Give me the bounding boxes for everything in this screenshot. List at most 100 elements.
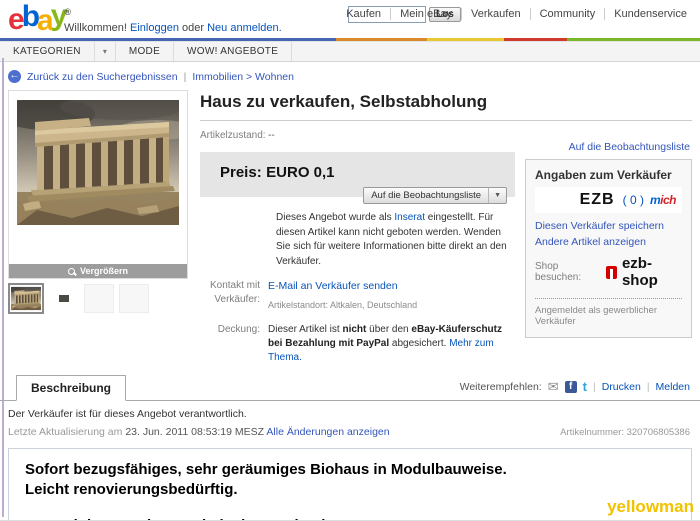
brand-color-stripe bbox=[0, 38, 700, 41]
thumbnail-placeholder[interactable] bbox=[119, 284, 149, 313]
listing-details-area: Haus zu verkaufen, Selbstabholung Artike… bbox=[200, 90, 692, 365]
logo-letter-b: b bbox=[21, 0, 40, 33]
chevron-down-icon[interactable]: ▼ bbox=[488, 188, 506, 203]
condition-row: Artikelzustand: -- bbox=[200, 129, 515, 143]
email-seller-link[interactable]: E-Mail an Verkäufer senden bbox=[268, 280, 398, 292]
dotted-divider bbox=[535, 298, 682, 299]
seller-name[interactable]: EZB bbox=[580, 191, 615, 208]
logo-letter-y: y bbox=[50, 0, 68, 32]
window-left-border bbox=[2, 58, 4, 517]
broken-image-icon bbox=[59, 295, 69, 302]
item-number: Artikelnummer: 320706805386 bbox=[560, 427, 690, 438]
share-separator: | bbox=[592, 380, 596, 393]
welcome-text: Willkommen! bbox=[64, 22, 127, 34]
facebook-icon[interactable]: f bbox=[564, 380, 577, 393]
shop-label: Shop besuchen: bbox=[535, 261, 582, 283]
contact-row: Kontakt mit Verkäufer: E-Mail an Verkäuf… bbox=[200, 279, 515, 312]
registered-note: Angemeldet als gewerblicher Verkäufer bbox=[535, 305, 657, 327]
detail-column: Artikelzustand: -- Preis: EURO 0,1 Auf d… bbox=[200, 121, 515, 365]
logo-registered-mark: ® bbox=[64, 7, 72, 17]
seller-panel-title: Angaben zum Verkäufer bbox=[535, 168, 672, 182]
breadcrumb: ← Zurück zu den Suchergebnissen | Immobi… bbox=[0, 62, 700, 88]
report-link[interactable]: Melden bbox=[656, 381, 690, 393]
seller-column: Auf die Beobachtungsliste Angaben zum Ve… bbox=[525, 121, 692, 365]
enlarge-button[interactable]: Vergrößern bbox=[9, 264, 187, 278]
ebay-logo[interactable]: ebay® bbox=[8, 0, 72, 37]
description-line: Der Auktionsgewinner erhält als Geschenk bbox=[25, 516, 675, 520]
seller-feedback-score[interactable]: ( 0 ) bbox=[623, 193, 644, 207]
menu-mode[interactable]: MODE bbox=[116, 42, 175, 61]
thumbnail-placeholder[interactable] bbox=[84, 284, 114, 313]
chevron-down-icon[interactable]: ▾ bbox=[95, 42, 116, 61]
tab-bar: Beschreibung Weiterempfehlen: ✉ f t | Dr… bbox=[0, 374, 700, 401]
show-changes-link[interactable]: Alle Änderungen anzeigen bbox=[266, 426, 389, 438]
description-line: Sofort bezugsfähiges, sehr geräumiges Bi… bbox=[25, 460, 507, 478]
item-number-label: Artikelnummer: bbox=[560, 426, 627, 438]
item-location: Artikelstandort: Altkalen, Deutschland bbox=[268, 299, 515, 312]
location-label: Artikelstandort: bbox=[268, 300, 329, 310]
top-navigation: Kaufen Mein eBay Verkaufen Community Kun… bbox=[337, 8, 696, 20]
thumbnail-photo bbox=[11, 286, 41, 311]
coverage-text-part: über den bbox=[366, 323, 412, 335]
other-items-link[interactable]: Andere Artikel anzeigen bbox=[535, 236, 682, 248]
listing-photo-parthenon bbox=[17, 100, 179, 225]
nav-verkaufen[interactable]: Verkaufen bbox=[461, 8, 530, 20]
thumbnail-strip bbox=[8, 283, 188, 314]
stripe-segment-orange bbox=[336, 38, 427, 41]
item-number-value: 320706805386 bbox=[626, 426, 690, 438]
menu-kategorien[interactable]: KATEGORIEN bbox=[0, 42, 95, 61]
nav-mein-ebay[interactable]: Mein eBay bbox=[390, 8, 461, 20]
twitter-icon[interactable]: t bbox=[583, 379, 587, 394]
share-row: Weiterempfehlen: ✉ f t | Drucken | Melde… bbox=[460, 379, 690, 400]
watchlist-button[interactable]: Auf die Beobachtungsliste ▼ bbox=[363, 187, 507, 204]
mich-letter: h bbox=[669, 193, 676, 207]
thumbnail-selected[interactable] bbox=[8, 283, 44, 314]
shop-name-link[interactable]: ezb-shop bbox=[622, 255, 682, 289]
menu-wow-angebote[interactable]: WOW! ANGEBOTE bbox=[174, 42, 293, 61]
inserat-link[interactable]: Inserat bbox=[394, 212, 425, 223]
price-box: Preis: EURO 0,1 Auf die Beobachtungslist… bbox=[200, 152, 515, 204]
responsibility-note: Der Verkäufer ist für dieses Angebot ver… bbox=[8, 407, 247, 420]
share-label: Weiterempfehlen: bbox=[459, 380, 542, 393]
register-link[interactable]: Neu anmelden. bbox=[207, 22, 282, 34]
nav-community[interactable]: Community bbox=[529, 8, 605, 20]
print-link[interactable]: Drucken bbox=[602, 381, 641, 393]
tab-beschreibung[interactable]: Beschreibung bbox=[16, 374, 127, 401]
contact-label: Kontakt mit Verkäufer: bbox=[209, 280, 260, 305]
or-text: oder bbox=[182, 22, 205, 34]
main-content: Vergrößern Haus zu verkaufen, Selbstabho… bbox=[0, 88, 700, 365]
breadcrumb-category-link[interactable]: Immobilien > Wohnen bbox=[192, 71, 294, 83]
watchlist-top-link[interactable]: Auf die Beobachtungsliste bbox=[527, 141, 690, 153]
shop-door-icon bbox=[605, 265, 617, 279]
share-separator: | bbox=[646, 380, 650, 393]
last-updated-line: Letzte Aktualisierung am 23. Jun. 2011 0… bbox=[8, 426, 390, 438]
back-arrow-icon[interactable]: ← bbox=[8, 70, 21, 83]
stripe-segment-yellow bbox=[427, 38, 504, 41]
price-label: Preis: bbox=[220, 164, 262, 181]
mich-letter: m bbox=[649, 193, 661, 207]
save-seller-link[interactable]: Diesen Verkäufer speichern bbox=[535, 220, 682, 232]
enlarge-label: Vergrößern bbox=[79, 266, 128, 276]
photo-column: Vergrößern bbox=[8, 90, 188, 365]
coverage-text: Dieser Artikel ist nicht über den eBay-K… bbox=[268, 323, 510, 365]
coverage-text-part: abgesichert. bbox=[389, 337, 450, 349]
welcome-line: Willkommen! Einloggen oder Neu anmelden. bbox=[64, 22, 282, 34]
nav-kundenservice[interactable]: Kundenservice bbox=[604, 8, 696, 20]
logo-letter-e: e bbox=[8, 3, 25, 36]
thumbnail-broken[interactable] bbox=[49, 284, 79, 313]
login-link[interactable]: Einloggen bbox=[130, 22, 179, 34]
back-to-results-link[interactable]: Zurück zu den Suchergebnissen bbox=[27, 71, 178, 83]
condition-label: Artikelzustand: bbox=[200, 130, 266, 141]
breadcrumb-separator: | bbox=[183, 70, 187, 83]
mail-icon[interactable]: ✉ bbox=[548, 379, 559, 395]
price-value: EURO 0,1 bbox=[266, 164, 335, 181]
watermark: yellowman bbox=[607, 497, 694, 516]
category-menubar: KATEGORIEN ▾ MODE WOW! ANGEBOTE bbox=[0, 41, 700, 62]
watchlist-button-label: Auf die Beobachtungsliste bbox=[371, 190, 482, 201]
nav-kaufen[interactable]: Kaufen bbox=[337, 8, 390, 20]
updated-prefix: Letzte Aktualisierung am bbox=[8, 425, 126, 438]
mich-badge-icon[interactable]: mich bbox=[649, 193, 677, 207]
listing-meta: Der Verkäufer ist für dieses Angebot ver… bbox=[0, 401, 700, 442]
ebay-listing-page: ebay® Willkommen! Einloggen oder Neu anm… bbox=[0, 0, 700, 521]
logo-letter-a: a bbox=[37, 4, 54, 37]
